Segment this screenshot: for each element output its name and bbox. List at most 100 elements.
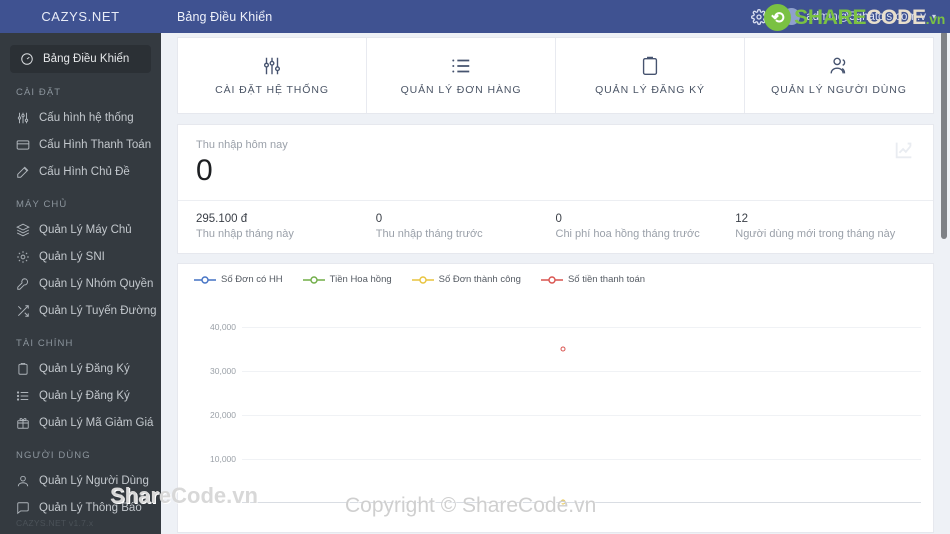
quick-action-label: QUẢN LÝ ĐƠN HÀNG	[400, 84, 522, 96]
chevron-down-icon: ▾	[931, 12, 936, 21]
sidebar-item-label: Cấu hình hệ thống	[39, 111, 134, 124]
stat-caption: Thu nhập tháng này	[196, 228, 294, 240]
server-stack-icon	[16, 223, 30, 237]
sidebar-item-discount-codes[interactable]: Quản Lý Mã Giảm Giá	[0, 409, 161, 436]
topbar-right-actions: admin@5ghatcls.com.v ▾	[751, 8, 950, 25]
sidebar-item-label: Quản Lý Đăng Ký	[39, 362, 130, 375]
quick-actions-row: CÀI ĐẶT HỆ THỐNG QUẢN LÝ ĐƠN HÀNG QUẢN L…	[177, 37, 934, 114]
top-bar: CAZYS.NET Bảng Điều Khiển admin@5ghatcls…	[0, 0, 950, 33]
quick-action-subscription-management[interactable]: QUẢN LÝ ĐĂNG KÝ	[556, 38, 745, 113]
sidebar-item-notification-management[interactable]: Quản Lý Thông Báo	[0, 494, 161, 521]
revenue-chart-card: Số Đơn có HH Tiền Hoa hồng Số Đơn thành …	[177, 263, 934, 533]
gear-icon[interactable]	[751, 8, 768, 25]
stat-new-users-this-month: 12 Người dùng mới trong tháng này	[735, 213, 915, 240]
quick-action-label: QUẢN LÝ ĐĂNG KÝ	[595, 84, 705, 96]
page-title: Bảng Điều Khiển	[177, 9, 273, 24]
sidebar-item-subscription-management[interactable]: Quản Lý Đăng Ký	[0, 355, 161, 382]
legend-marker-icon	[302, 275, 325, 285]
sidebar: Bảng Điều Khiển CÀI ĐẶT Cấu hình hệ thốn…	[0, 33, 161, 534]
user-menu[interactable]: admin@5ghatcls.com.v ▾	[783, 8, 936, 25]
chart-point-payment-amount[interactable]	[560, 346, 566, 352]
y-axis-tick: 30,000	[210, 366, 236, 376]
main-content: CÀI ĐẶT HỆ THỐNG QUẢN LÝ ĐƠN HÀNG QUẢN L…	[161, 33, 950, 534]
legend-item-orders-with-commission[interactable]: Số Đơn có HH	[194, 274, 283, 285]
sidebar-item-registration-list[interactable]: Quản Lý Đăng Ký	[0, 382, 161, 409]
stat-value: 0	[555, 213, 562, 225]
sidebar-version: CAZYS.NET v1.7.x	[16, 518, 94, 528]
list-icon	[16, 389, 30, 403]
sliders-icon	[16, 111, 30, 125]
credit-card-icon	[16, 138, 30, 152]
sidebar-item-label: Cấu Hình Thanh Toán	[39, 138, 152, 151]
legend-label: Tiền Hoa hồng	[329, 274, 392, 285]
income-today-value: 0	[196, 154, 213, 187]
quick-action-label: CÀI ĐẶT HỆ THỐNG	[215, 84, 329, 96]
sidebar-item-label: Bảng Điều Khiển	[43, 53, 130, 65]
gift-icon	[16, 416, 30, 430]
legend-item-successful-orders[interactable]: Số Đơn thành công	[411, 274, 521, 285]
clipboard-icon	[16, 362, 30, 376]
legend-marker-icon	[411, 275, 434, 285]
sidebar-item-permission-groups[interactable]: Quản Lý Nhóm Quyền	[0, 270, 161, 297]
sidebar-item-user-management[interactable]: Quản Lý Người Dùng	[0, 467, 161, 494]
sidebar-item-label: Quản Lý Người Dùng	[39, 474, 149, 487]
y-axis-tick: 10,000	[210, 454, 236, 464]
legend-item-commission-money[interactable]: Tiền Hoa hồng	[302, 274, 392, 285]
chat-icon	[16, 501, 30, 515]
chart-point-successful-orders[interactable]	[560, 499, 566, 505]
legend-item-payment-amount[interactable]: Số tiền thanh toán	[540, 274, 646, 285]
sidebar-item-label: Quản Lý Đăng Ký	[39, 389, 130, 402]
stat-caption: Chi phí hoa hồng tháng trước	[555, 228, 700, 240]
sidebar-item-payment-config[interactable]: Cấu Hình Thanh Toán	[0, 131, 161, 158]
y-axis-tick: 20,000	[210, 410, 236, 420]
stat-income-last-month: 0 Thu nhập tháng trước	[376, 213, 556, 240]
list-icon	[450, 55, 472, 77]
stat-caption: Người dùng mới trong tháng này	[735, 228, 896, 240]
sidebar-item-label: Quản Lý Tuyến Đường	[39, 304, 157, 317]
avatar	[783, 8, 801, 25]
sidebar-item-label: Cấu Hình Chủ Đề	[39, 165, 130, 178]
brand-logo[interactable]: CAZYS.NET	[0, 0, 161, 33]
stat-value: 0	[375, 213, 383, 225]
shuffle-icon	[16, 304, 30, 318]
vertical-scrollbar-thumb[interactable]	[941, 31, 947, 239]
sliders-icon	[261, 55, 283, 77]
quick-action-order-management[interactable]: QUẢN LÝ ĐƠN HÀNG	[367, 38, 556, 113]
income-stats-card: Thu nhập hôm nay 0 295.100 đ Thu nhập th…	[177, 124, 934, 254]
quick-action-user-management[interactable]: QUẢN LÝ NGƯỜI DÙNG	[745, 38, 933, 113]
stats-row: 295.100 đ Thu nhập tháng này 0 Thu nhập …	[178, 200, 933, 253]
sidebar-item-theme-config[interactable]: Cấu Hình Chủ Đề	[0, 158, 161, 185]
wrench-icon	[16, 277, 30, 291]
stat-commission-last-month: 0 Chi phí hoa hồng tháng trước	[556, 213, 736, 240]
income-today-block: Thu nhập hôm nay 0	[178, 125, 933, 200]
x-axis-line	[242, 502, 921, 503]
clipboard-icon	[639, 55, 661, 77]
sidebar-item-sni-management[interactable]: Quản Lý SNI	[0, 243, 161, 270]
sidebar-section-servers: MÁY CHỦ	[16, 199, 68, 210]
sidebar-item-dashboard[interactable]: Bảng Điều Khiển	[10, 45, 151, 73]
chart-plot-area: 40,000 30,000 20,000 10,000	[178, 291, 933, 505]
sidebar-item-server-management[interactable]: Quản Lý Máy Chủ	[0, 216, 161, 243]
quick-action-system-settings[interactable]: CÀI ĐẶT HỆ THỐNG	[178, 38, 367, 113]
legend-label: Số tiền thanh toán	[567, 274, 646, 285]
user-icon	[16, 474, 30, 488]
legend-marker-icon	[194, 275, 216, 285]
sidebar-item-label: Quản Lý Thông Báo	[39, 501, 142, 514]
magic-wand-icon	[16, 165, 30, 179]
quick-action-label: QUẢN LÝ NGƯỜI DÙNG	[771, 84, 907, 96]
sidebar-item-label: Quản Lý Nhóm Quyền	[39, 277, 154, 290]
income-today-label: Thu nhập hôm nay	[196, 139, 288, 151]
legend-label: Số Đơn thành công	[438, 274, 521, 285]
stat-income-this-month: 295.100 đ Thu nhập tháng này	[196, 213, 376, 240]
sidebar-item-system-config[interactable]: Cấu hình hệ thống	[0, 104, 161, 131]
y-axis-tick: 40,000	[210, 322, 236, 332]
legend-label: Số Đơn có HH	[221, 274, 283, 285]
stat-value: 12	[735, 213, 749, 225]
users-icon	[828, 55, 850, 77]
sidebar-item-route-management[interactable]: Quản Lý Tuyến Đường	[0, 297, 161, 324]
stat-caption: Thu nhập tháng trước	[375, 228, 483, 240]
chart-legend: Số Đơn có HH Tiền Hoa hồng Số Đơn thành …	[178, 264, 933, 285]
stat-value: 295.100 đ	[196, 213, 248, 225]
sidebar-section-settings: CÀI ĐẶT	[16, 87, 62, 98]
sidebar-item-label: Quản Lý Máy Chủ	[39, 223, 132, 236]
